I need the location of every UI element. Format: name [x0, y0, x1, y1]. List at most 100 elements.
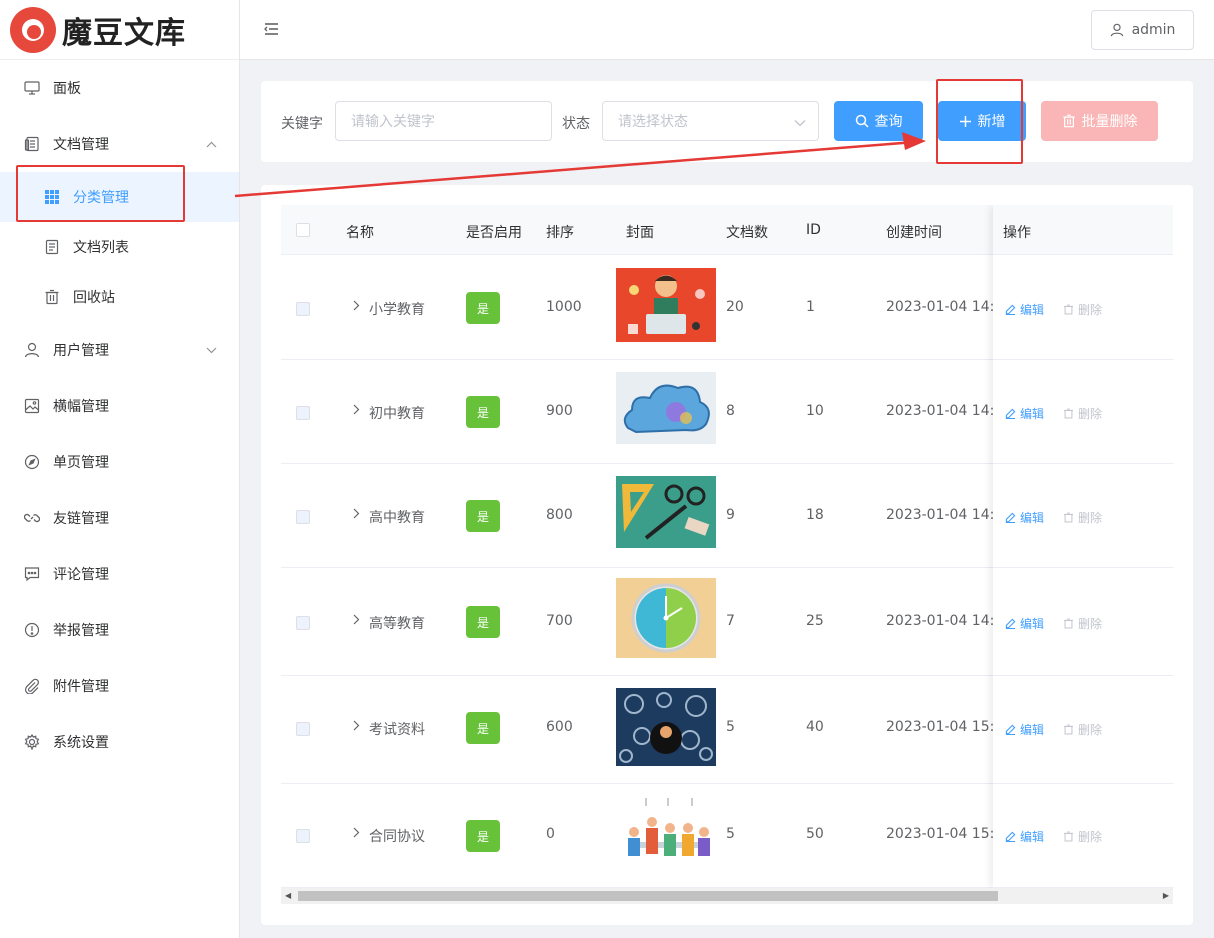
monitor-icon: [24, 80, 40, 96]
delete-label: 删除: [1078, 303, 1103, 317]
status-badge: 是: [466, 500, 500, 532]
row-checkbox[interactable]: [296, 510, 310, 524]
expand-chevron-icon[interactable]: [353, 826, 360, 842]
user-menu-button[interactable]: admin: [1091, 10, 1194, 50]
edit-button[interactable]: 编辑: [1005, 615, 1044, 632]
keyword-input[interactable]: 请输入关键字: [335, 101, 552, 141]
edit-button[interactable]: 编辑: [1005, 509, 1044, 526]
sidebar-item-banner[interactable]: 横幅管理: [0, 378, 239, 434]
category-id: 10: [806, 403, 824, 419]
trash-icon: [1064, 408, 1073, 419]
row-checkbox[interactable]: [296, 829, 310, 843]
sidebar-item-label: 面板: [53, 81, 81, 97]
sort-value: 900: [546, 403, 573, 419]
category-name: 小学教育: [369, 302, 425, 318]
operations-row: 编辑 删除: [993, 256, 1173, 360]
sidebar-item-settings[interactable]: 系统设置: [0, 714, 239, 770]
sidebar-item-pages[interactable]: 单页管理: [0, 434, 239, 490]
horizontal-scrollbar[interactable]: ◀ ▶: [281, 888, 1173, 904]
sidebar-item-label: 附件管理: [53, 679, 109, 695]
scroll-left-icon[interactable]: ◀: [285, 891, 291, 900]
operations-row: 编辑 删除: [993, 676, 1173, 784]
edit-button[interactable]: 编辑: [1005, 828, 1044, 845]
delete-button[interactable]: 删除: [1063, 405, 1102, 422]
keyword-label: 关键字: [281, 116, 323, 132]
top-header: admin: [240, 0, 1214, 60]
compass-icon: [24, 454, 40, 470]
expand-chevron-icon[interactable]: [353, 403, 360, 419]
edit-button[interactable]: 编辑: [1005, 405, 1044, 422]
search-button[interactable]: 查询: [834, 101, 923, 141]
user-name: admin: [1131, 22, 1176, 38]
category-table: 名称 是否启用 排序 封面 文档数 ID 创建时间 小学教育 是 1000 20…: [281, 205, 1173, 905]
delete-label: 删除: [1078, 407, 1103, 421]
category-id: 50: [806, 826, 824, 842]
expand-chevron-icon[interactable]: [353, 719, 360, 735]
operations-row: 编辑 删除: [993, 568, 1173, 676]
cover-image-cloud: [616, 372, 716, 444]
delete-label: 删除: [1078, 830, 1103, 844]
operations-row: 编辑 删除: [993, 360, 1173, 464]
sidebar-item-reports[interactable]: 举报管理: [0, 602, 239, 658]
delete-button[interactable]: 删除: [1063, 828, 1102, 845]
batch-delete-button[interactable]: 批量删除: [1041, 101, 1158, 141]
category-name: 考试资料: [369, 722, 425, 738]
sidebar-item-label: 友链管理: [53, 511, 109, 527]
sidebar-item-recycle[interactable]: 回收站: [0, 272, 239, 322]
sidebar-item-dashboard[interactable]: 面板: [0, 60, 239, 116]
sort-value: 800: [546, 507, 573, 523]
expand-chevron-icon[interactable]: [353, 507, 360, 523]
created-time: 2023-01-04 15:0: [886, 826, 1004, 842]
delete-button[interactable]: 删除: [1063, 721, 1102, 738]
sidebar-item-document-list[interactable]: 文档列表: [0, 222, 239, 272]
doc-count: 9: [726, 507, 735, 523]
batch-delete-label: 批量删除: [1081, 114, 1138, 130]
doc-count: 8: [726, 403, 735, 419]
edit-label: 编辑: [1020, 617, 1045, 631]
sidebar-item-label: 横幅管理: [53, 399, 109, 415]
status-select[interactable]: 请选择状态: [602, 101, 819, 141]
row-checkbox[interactable]: [296, 406, 310, 420]
created-time: 2023-01-04 14:5: [886, 613, 1004, 629]
sidebar-item-label: 单页管理: [53, 455, 109, 471]
sidebar-item-comments[interactable]: 评论管理: [0, 546, 239, 602]
sidebar-item-attachments[interactable]: 附件管理: [0, 658, 239, 714]
category-name: 高等教育: [369, 616, 425, 632]
sidebar-item-links[interactable]: 友链管理: [0, 490, 239, 546]
cover-image-person-laptop: [616, 268, 716, 342]
trash-icon: [1064, 724, 1073, 735]
operations-column: 操作 编辑 删除 编辑 删除 编辑 删除 编辑 删除 编辑 删除 编辑 删除: [993, 205, 1173, 888]
status-badge: 是: [466, 820, 500, 852]
select-all-checkbox[interactable]: [296, 223, 310, 237]
row-checkbox[interactable]: [296, 616, 310, 630]
expand-chevron-icon[interactable]: [353, 613, 360, 629]
category-id: 40: [806, 719, 824, 735]
category-id: 1: [806, 299, 815, 315]
delete-button[interactable]: 删除: [1063, 615, 1102, 632]
scroll-right-icon[interactable]: ▶: [1163, 891, 1169, 900]
column-header-name: 名称: [346, 225, 374, 241]
row-checkbox[interactable]: [296, 722, 310, 736]
delete-label: 删除: [1078, 723, 1103, 737]
delete-button[interactable]: 删除: [1063, 509, 1102, 526]
sidebar-item-users[interactable]: 用户管理: [0, 322, 239, 378]
edit-icon: [1005, 512, 1016, 523]
delete-button[interactable]: 删除: [1063, 301, 1102, 318]
category-name: 初中教育: [369, 406, 425, 422]
document-icon: [24, 136, 40, 152]
expand-chevron-icon[interactable]: [353, 299, 360, 315]
edit-button[interactable]: 编辑: [1005, 301, 1044, 318]
row-checkbox[interactable]: [296, 302, 310, 316]
edit-button[interactable]: 编辑: [1005, 721, 1044, 738]
column-header-enabled: 是否启用: [466, 225, 522, 241]
trash-icon: [1064, 618, 1073, 629]
status-badge: 是: [466, 606, 500, 638]
status-badge: 是: [466, 396, 500, 428]
menu-fold-icon[interactable]: [262, 20, 280, 38]
scrollbar-thumb[interactable]: [298, 891, 998, 901]
column-header-id: ID: [806, 222, 821, 238]
sidebar-item-documents[interactable]: 文档管理: [0, 116, 239, 172]
operations-row: 编辑 删除: [993, 784, 1173, 888]
logo[interactable]: 魔豆文库: [0, 0, 239, 60]
edit-icon: [1005, 408, 1016, 419]
